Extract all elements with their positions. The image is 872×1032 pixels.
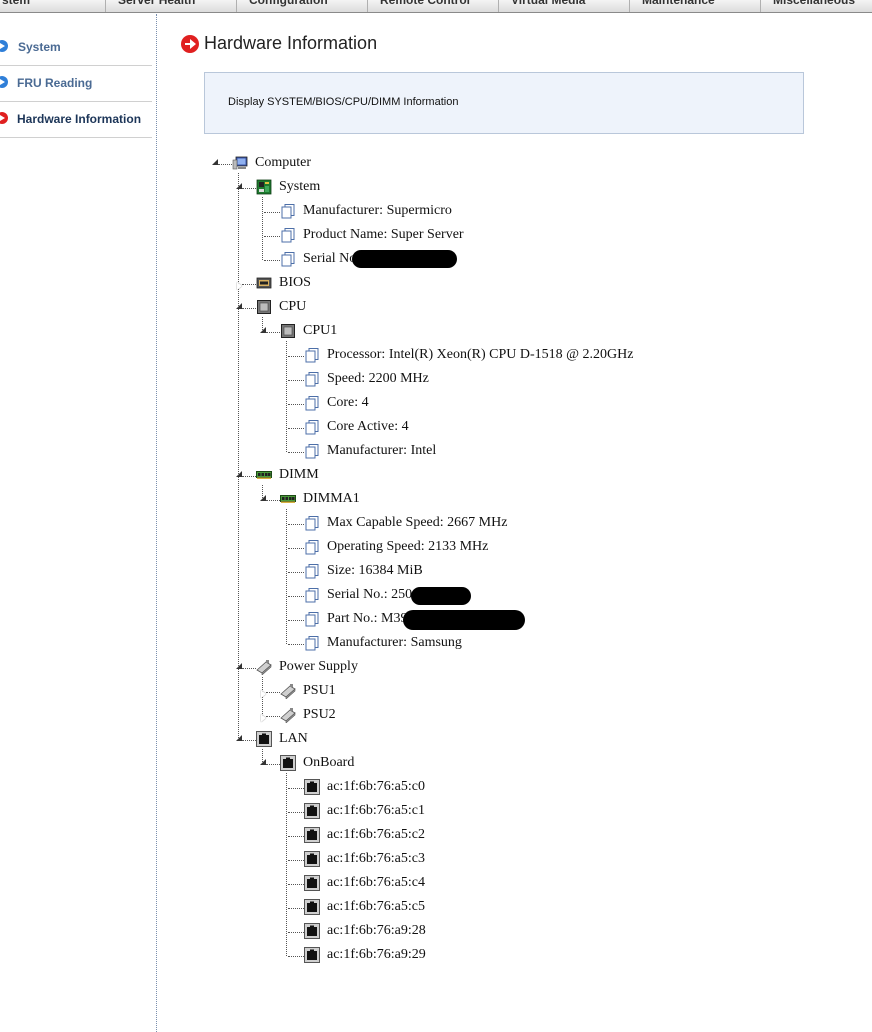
computer-icon xyxy=(232,156,248,170)
power-supply-icon xyxy=(280,684,296,699)
motherboard-icon xyxy=(256,179,272,195)
hardware-tree: Computer System Manufacturer: Supermicro… xyxy=(0,0,872,1032)
tree-connector xyxy=(264,260,280,261)
tree-connector xyxy=(288,572,304,573)
tree-connector xyxy=(242,476,256,477)
tree-connector xyxy=(288,548,304,549)
network-port-icon xyxy=(304,803,320,819)
bios-chip-icon xyxy=(256,277,272,289)
document-icon xyxy=(305,348,319,363)
tree-connector xyxy=(266,500,280,501)
network-port-icon xyxy=(256,731,272,747)
document-icon xyxy=(305,444,319,459)
tree-connector xyxy=(264,236,280,237)
document-icon xyxy=(305,420,319,435)
tree-guide-line xyxy=(286,341,287,452)
tree-connector xyxy=(266,332,280,333)
network-port-icon xyxy=(304,923,320,939)
tree-connector xyxy=(288,524,304,525)
tree-guide-line xyxy=(238,173,239,740)
tree-connector xyxy=(266,716,280,717)
tree-connector xyxy=(288,596,304,597)
tree-connector xyxy=(242,188,256,189)
tree-connector xyxy=(242,308,256,309)
network-port-icon xyxy=(304,851,320,867)
cpu-icon xyxy=(257,300,271,314)
redaction-mark xyxy=(411,587,471,605)
document-icon xyxy=(305,372,319,387)
power-supply-icon xyxy=(256,660,272,675)
tree-connector xyxy=(288,452,304,453)
tree-connector xyxy=(288,644,304,645)
network-port-icon xyxy=(280,755,296,771)
tree-connector xyxy=(288,428,304,429)
tree-connector xyxy=(288,620,304,621)
tree-connector xyxy=(264,212,280,213)
document-icon xyxy=(305,516,319,531)
document-icon xyxy=(305,588,319,603)
power-supply-icon xyxy=(280,708,296,723)
document-icon xyxy=(281,204,295,219)
memory-module-icon xyxy=(256,471,272,479)
network-port-icon xyxy=(304,779,320,795)
network-port-icon xyxy=(304,899,320,915)
document-icon xyxy=(281,228,295,243)
redaction-mark xyxy=(352,250,457,268)
document-icon xyxy=(305,612,319,627)
tree-connector xyxy=(288,884,304,885)
tree-connector xyxy=(288,956,304,957)
document-icon xyxy=(305,636,319,651)
tree-connector xyxy=(242,284,256,285)
network-port-icon xyxy=(304,947,320,963)
redaction-mark xyxy=(403,610,525,630)
memory-module-icon xyxy=(280,495,296,503)
tree-connector xyxy=(288,860,304,861)
cpu-icon xyxy=(281,324,295,338)
tree-guide-line xyxy=(286,773,287,956)
network-port-icon xyxy=(304,875,320,891)
tree-connector xyxy=(288,404,304,405)
document-icon xyxy=(305,396,319,411)
tree-connector xyxy=(288,380,304,381)
network-port-icon xyxy=(304,827,320,843)
tree-connector xyxy=(288,932,304,933)
tree-connector xyxy=(242,740,256,741)
tree-connector xyxy=(288,908,304,909)
document-icon xyxy=(281,252,295,267)
tree-connector xyxy=(288,356,304,357)
tree-guide-line xyxy=(286,509,287,644)
tree-connector xyxy=(288,836,304,837)
tree-connector xyxy=(266,692,280,693)
tree-guide-line xyxy=(262,197,263,260)
tree-connector xyxy=(288,812,304,813)
tree-connector xyxy=(288,788,304,789)
tree-connector xyxy=(242,668,256,669)
tree-connector xyxy=(266,764,280,765)
tree-connector xyxy=(218,164,232,165)
document-icon xyxy=(305,564,319,579)
document-icon xyxy=(305,540,319,555)
